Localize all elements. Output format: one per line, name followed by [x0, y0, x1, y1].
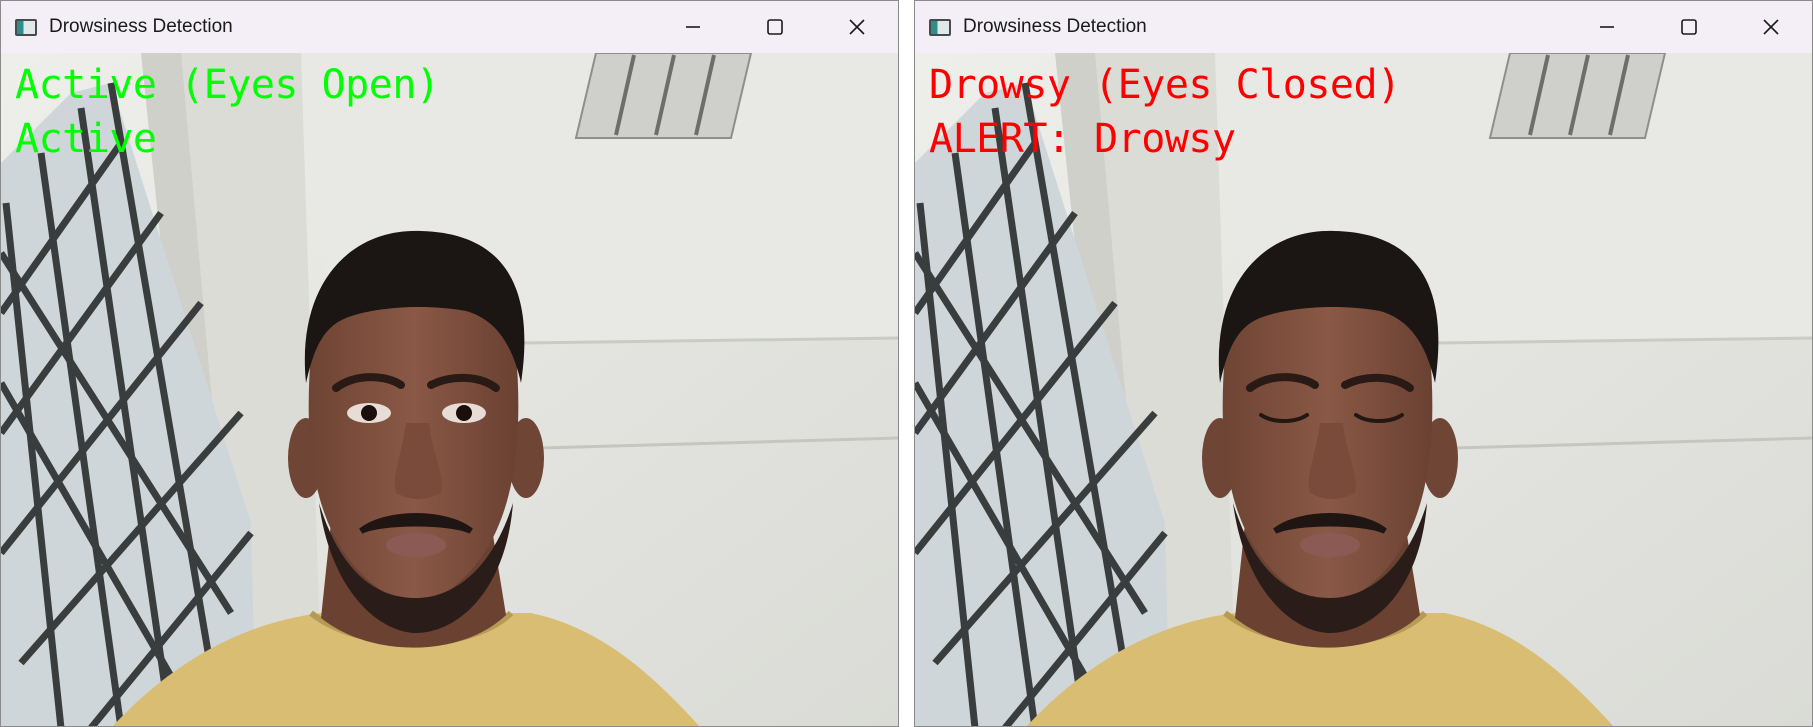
close-button[interactable]: [816, 1, 898, 53]
maximize-icon: [767, 19, 783, 35]
app-icon: [929, 18, 951, 36]
maximize-button[interactable]: [1648, 1, 1730, 53]
status-text: Drowsy (Eyes Closed): [929, 62, 1401, 108]
maximize-button[interactable]: [734, 1, 816, 53]
camera-feed: Drowsy (Eyes Closed) ALERT: Drowsy: [915, 53, 1812, 726]
app-icon: [15, 18, 37, 36]
minimize-icon: [686, 26, 700, 28]
window-left: Drowsiness Detection Active (Eyes Open) …: [0, 0, 899, 727]
minimize-button[interactable]: [1566, 1, 1648, 53]
maximize-icon: [1681, 19, 1697, 35]
close-icon: [1763, 19, 1779, 35]
title-bar[interactable]: Drowsiness Detection: [915, 1, 1812, 53]
minimize-icon: [1600, 26, 1614, 28]
close-button[interactable]: [1730, 1, 1812, 53]
close-icon: [849, 19, 865, 35]
window-title: Drowsiness Detection: [963, 16, 1147, 37]
camera-feed: Active (Eyes Open) Active: [1, 53, 898, 726]
status-text: Active (Eyes Open): [15, 62, 440, 108]
minimize-button[interactable]: [652, 1, 734, 53]
window-right: Drowsiness Detection Drowsy (Eyes Closed…: [914, 0, 1813, 727]
status-subtext: ALERT: Drowsy: [929, 116, 1236, 162]
window-title: Drowsiness Detection: [49, 16, 233, 37]
title-bar[interactable]: Drowsiness Detection: [1, 1, 898, 53]
status-subtext: Active: [15, 116, 157, 162]
